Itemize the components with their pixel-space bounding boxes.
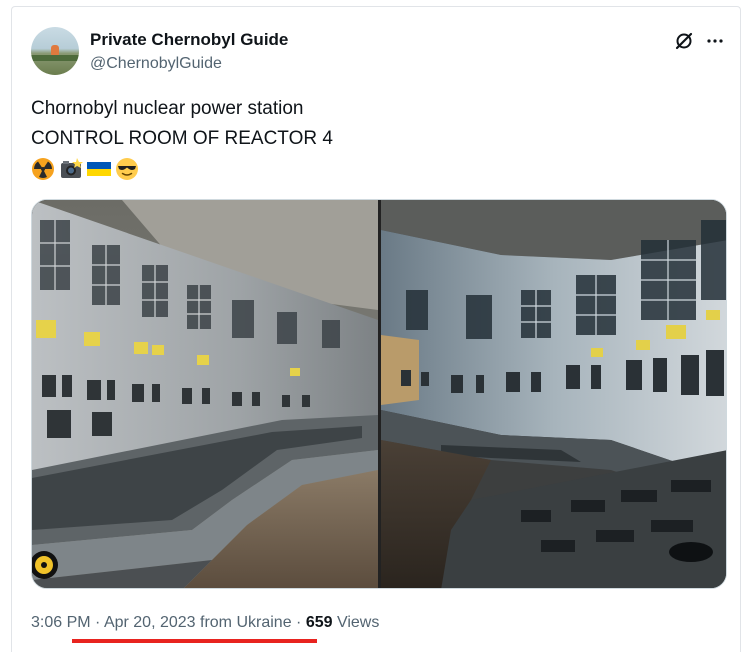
tweet-text-line-1: Chornobyl nuclear power station [31,98,304,119]
views-label: Views [332,614,380,631]
red-underline-annotation [72,639,317,643]
meta-separator: · [90,614,104,631]
avatar-ground [31,55,79,61]
tweet-text-line-2: CONTROL ROOM OF REACTOR 4 [31,128,333,149]
author-name[interactable]: Private Chernobyl Guide [90,30,288,50]
tweet-location: from Ukraine [195,614,292,631]
tweet-time[interactable]: 3:06 PM [31,614,91,631]
sunglasses-face-icon [116,158,138,180]
more-options-icon[interactable] [705,31,725,51]
emoji-row [31,157,139,183]
tweet-meta: 3:06 PM · Apr 20, 2023 from Ukraine · 65… [31,614,379,632]
avatar[interactable] [31,27,79,75]
author-handle[interactable]: @ChernobylGuide [90,55,222,73]
grok-icon[interactable] [674,31,694,51]
control-room-photo-left[interactable] [32,200,378,589]
views-count: 659 [305,614,333,631]
camera-flash-icon [61,158,83,178]
meta-separator: · [291,614,306,631]
media-gallery[interactable] [31,199,727,589]
tweet-date[interactable]: Apr 20, 2023 [104,614,196,631]
control-room-photo-right[interactable] [381,200,727,589]
radioactive-icon [32,158,54,180]
ukraine-flag-icon [87,162,111,176]
